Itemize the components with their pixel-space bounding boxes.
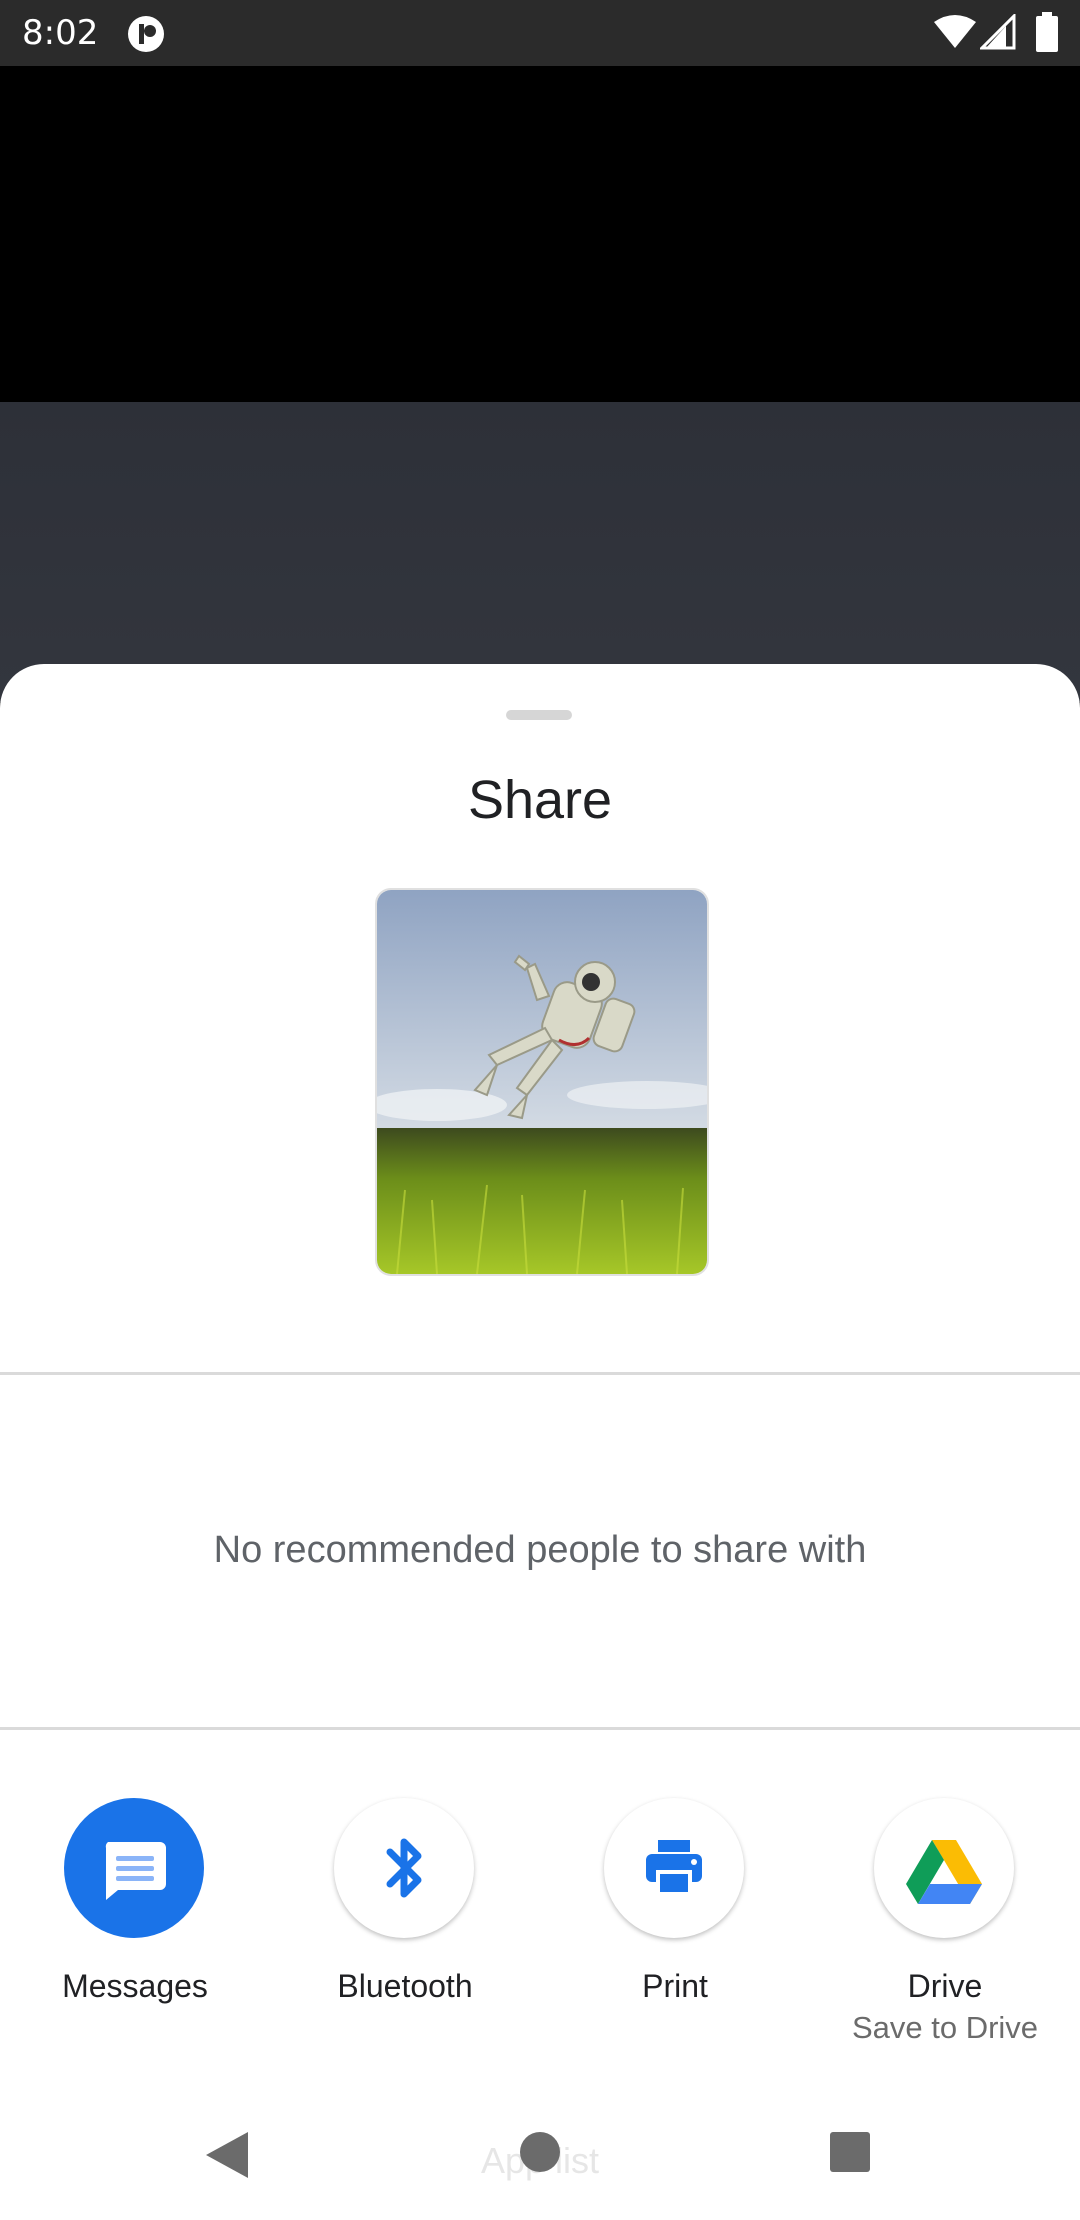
background-app-scrim <box>0 402 1080 702</box>
astronaut-image <box>377 890 707 1274</box>
sheet-title: Share <box>467 770 613 830</box>
share-target-print[interactable]: Print <box>540 1798 810 2058</box>
share-target-label: Drive <box>907 1968 983 2004</box>
messages-icon <box>64 1798 204 1938</box>
recents-button-icon[interactable] <box>830 2132 870 2172</box>
bluetooth-icon <box>334 1798 474 1938</box>
battery-icon <box>1036 12 1058 52</box>
drag-handle[interactable] <box>506 710 572 720</box>
share-target-label: Print <box>642 1968 708 2004</box>
shared-image-preview <box>375 888 709 1276</box>
drive-icon <box>874 1798 1014 1938</box>
share-sheet: Share No recommended people to share wit… <box>0 664 1080 2090</box>
share-target-drive[interactable]: Drive Save to Drive <box>810 1798 1080 2058</box>
background-app-top <box>0 66 1080 402</box>
back-button-icon[interactable] <box>204 2130 250 2180</box>
share-target-label: Bluetooth <box>337 1968 473 2004</box>
print-icon <box>604 1798 744 1938</box>
screen: 8:02 Share No recommended people to shar… <box>0 0 1080 2220</box>
share-target-label: Messages <box>62 1968 208 2004</box>
share-target-sublabel: Save to Drive <box>851 2010 1039 2045</box>
app-notification-icon <box>128 16 164 52</box>
share-target-bluetooth[interactable]: Bluetooth <box>270 1798 540 2058</box>
cell-signal-icon <box>980 14 1016 50</box>
navigation-bar: App list <box>0 2090 1080 2220</box>
share-target-messages[interactable]: Messages <box>0 1798 270 2058</box>
home-button-icon[interactable] <box>518 2130 562 2174</box>
divider <box>0 1372 1080 1375</box>
status-bar: 8:02 <box>0 0 1080 66</box>
clock: 8:02 <box>22 13 99 53</box>
divider <box>0 1727 1080 1730</box>
wifi-icon <box>934 15 976 48</box>
no-recommendations-text: No recommended people to share with <box>213 1529 867 1571</box>
